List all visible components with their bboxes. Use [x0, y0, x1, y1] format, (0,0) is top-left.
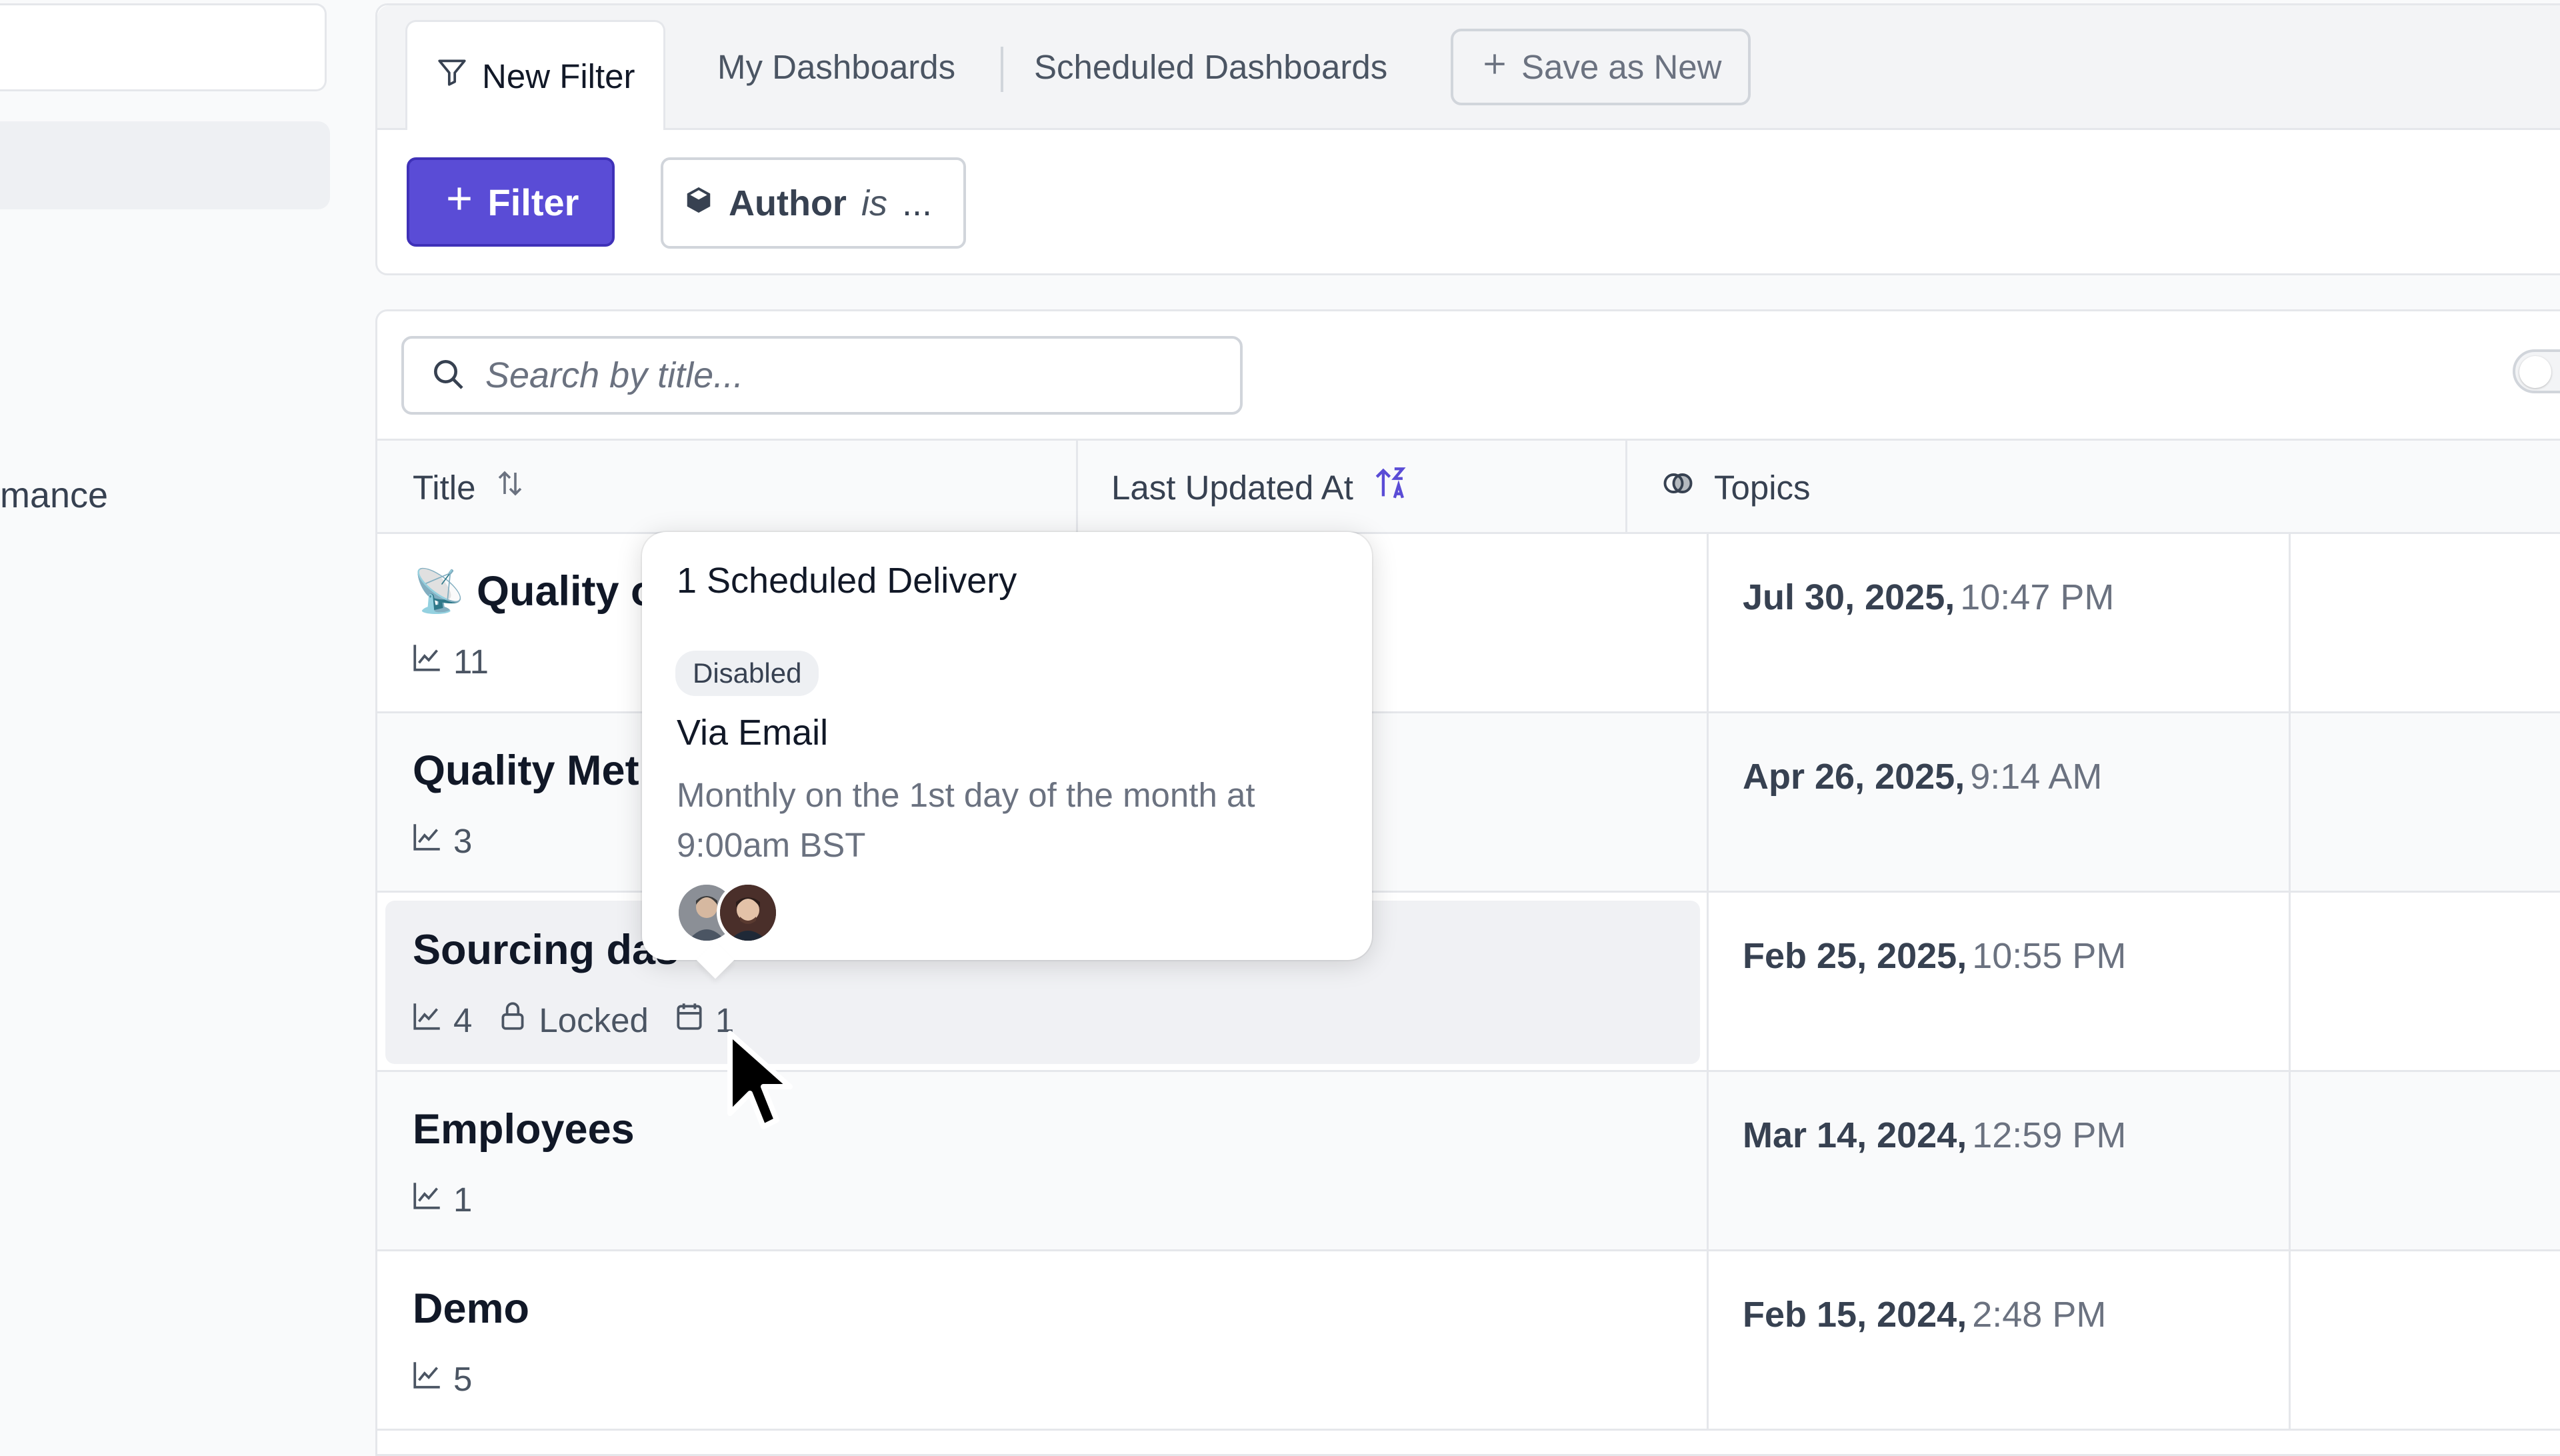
add-filter-label: Filter	[487, 181, 579, 223]
tab-label: New Filter	[482, 57, 635, 95]
save-as-new-button[interactable]: Save as New	[1451, 29, 1751, 105]
tab-scheduled-dashboards[interactable]: Scheduled Dashboards	[1034, 5, 1387, 128]
locked-label: Locked	[539, 1001, 649, 1039]
row-meta: 11	[411, 641, 503, 682]
chart-icon	[411, 999, 444, 1041]
sidebar-search-input[interactable]	[0, 3, 327, 91]
row-meta: 4 Locked 1	[411, 999, 749, 1041]
topics-icon	[1661, 466, 1695, 509]
row-title[interactable]: 📡 Quality o	[413, 567, 657, 616]
last-updated-cell: Feb 25, 2025, 10:55 PM	[1743, 936, 2127, 976]
scheduled-delivery-popover: 1 Scheduled Delivery Disabled Via Email …	[642, 532, 1372, 960]
last-updated-cell: Mar 14, 2024, 12:59 PM	[1743, 1115, 2127, 1155]
column-last-updated-label: Last Updated At	[1111, 468, 1353, 507]
row-title[interactable]: Sourcing das	[413, 926, 679, 974]
last-updated-cell: Jul 30, 2025, 10:47 PM	[1743, 577, 2115, 617]
chart-count: 4	[453, 1001, 473, 1039]
filter-operator: is	[861, 183, 887, 223]
search-input[interactable]	[484, 354, 1187, 397]
column-header-topics[interactable]: Topics	[1625, 441, 1811, 534]
save-as-new-label: Save as New	[1521, 48, 1722, 86]
column-header-last-updated[interactable]: Last Updated At	[1076, 441, 1411, 534]
chart-count: 3	[453, 821, 473, 860]
avatar	[717, 881, 779, 944]
mouse-cursor-icon	[723, 1027, 797, 1143]
row-meta: 3	[411, 820, 487, 861]
delivery-channel: Via Email	[677, 713, 829, 753]
plus-icon	[1480, 47, 1509, 87]
cube-icon	[683, 183, 714, 224]
last-updated-cell: Apr 26, 2025, 9:14 AM	[1743, 757, 2103, 797]
table-header: Title Last Updated At Topics	[377, 439, 2560, 534]
view-toggle[interactable]	[2513, 349, 2560, 393]
sidebar-item-label[interactable]: mance	[0, 475, 108, 516]
table-row[interactable]: Employees 1 Mar 14, 2024, 12:59 PM	[377, 1072, 2560, 1251]
plus-icon	[443, 181, 476, 224]
tab-my-dashboards[interactable]: My Dashboards	[717, 5, 955, 128]
chart-icon	[411, 820, 444, 861]
row-meta: 5	[411, 1358, 487, 1399]
chart-icon	[411, 1179, 444, 1220]
tab-new-filter[interactable]: New Filter	[405, 20, 665, 130]
row-title[interactable]: Employees	[413, 1105, 635, 1153]
chart-count: 5	[453, 1359, 473, 1398]
chart-count: 1	[453, 1180, 473, 1219]
filter-value: ...	[901, 183, 932, 223]
recipient-avatars	[675, 881, 809, 944]
add-filter-button[interactable]: Filter	[407, 157, 615, 247]
row-meta: 1	[411, 1179, 487, 1220]
last-updated-cell: Feb 15, 2024, 2:48 PM	[1743, 1295, 2107, 1335]
row-title[interactable]: Quality Met	[413, 747, 639, 795]
chart-icon	[411, 641, 444, 682]
sort-icon[interactable]	[494, 467, 526, 507]
tab-bar: New Filter My Dashboards Scheduled Dashb…	[377, 5, 2560, 130]
satellite-dish-icon: 📡	[413, 568, 465, 615]
author-filter-chip[interactable]: Author is ...	[661, 157, 966, 249]
sort-ascending-icon[interactable]	[1372, 464, 1411, 511]
filter-icon	[435, 55, 469, 97]
calendar-icon	[673, 999, 706, 1041]
filter-panel: New Filter My Dashboards Scheduled Dashb…	[375, 3, 2560, 275]
status-badge: Disabled	[675, 651, 819, 696]
chart-count: 11	[453, 642, 489, 681]
delivery-schedule-description: Monthly on the 1st day of the month at 9…	[677, 776, 1255, 864]
table-row[interactable]: Demo 5 Feb 15, 2024, 2:48 PM	[377, 1251, 2560, 1431]
chart-icon	[411, 1358, 444, 1399]
search-icon	[429, 355, 467, 396]
column-topics-label: Topics	[1714, 468, 1811, 507]
filter-field: Author	[729, 183, 847, 223]
column-title-label: Title	[413, 468, 476, 507]
sidebar-active-item[interactable]	[0, 121, 330, 209]
row-title[interactable]: Demo	[413, 1285, 529, 1333]
tab-divider	[1001, 47, 1003, 92]
lock-icon	[496, 999, 529, 1041]
column-header-title[interactable]: Title	[413, 441, 526, 534]
search-box[interactable]	[401, 336, 1243, 415]
popover-title: 1 Scheduled Delivery	[677, 561, 1017, 601]
